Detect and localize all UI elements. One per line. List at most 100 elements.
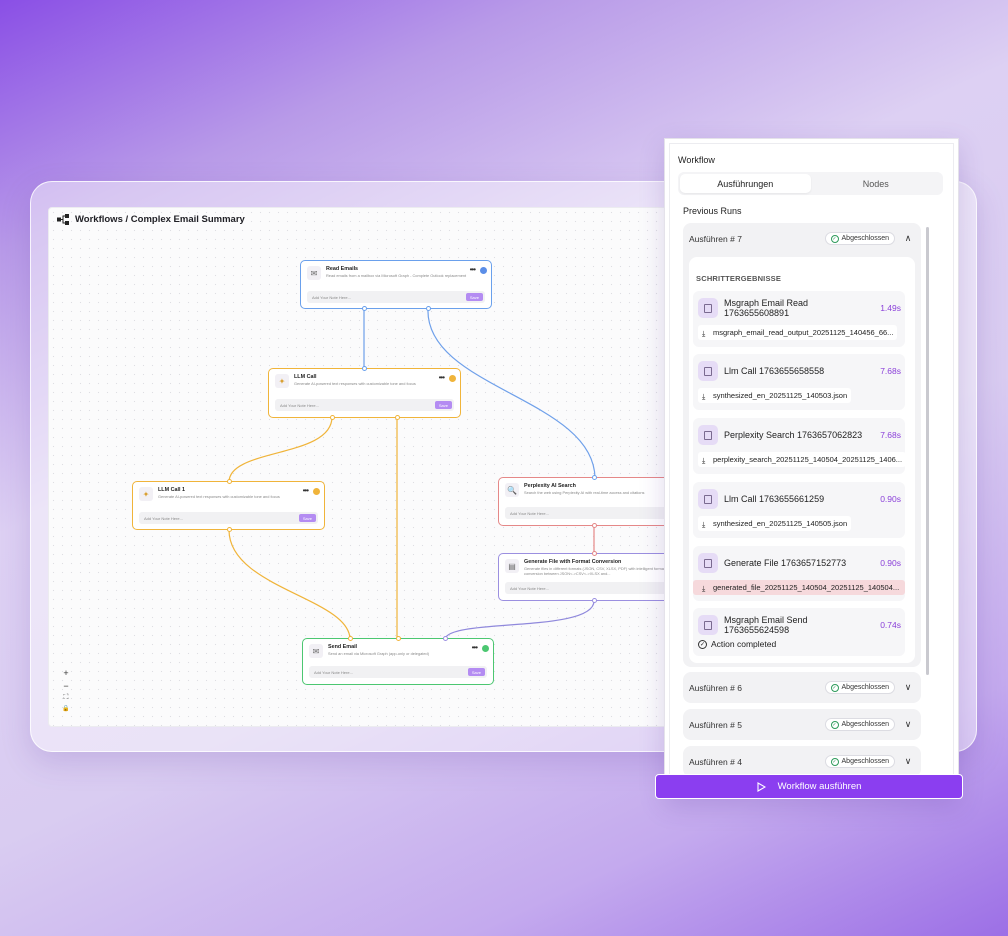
status-dot [482, 645, 489, 652]
download-icon: ⤓ [702, 392, 706, 401]
status-badge: ✓ Abgeschlossen [824, 232, 895, 245]
step-name: Llm Call 1763655658558 [724, 366, 825, 376]
note-input[interactable]: Add Your Note Here... Save [307, 291, 485, 303]
note-input[interactable]: Add Your Note Here... Save [309, 666, 487, 678]
output-port[interactable] [592, 523, 597, 528]
note-placeholder: Add Your Note Here... [314, 669, 353, 675]
check-icon: ✓ [830, 234, 839, 243]
step-item[interactable]: Llm Call 1763655658558 7.68s ⤓ synthesize… [693, 354, 905, 410]
run-item-4[interactable]: Ausführen # 4 ✓ Abgeschlossen ∨ [683, 746, 921, 777]
save-button[interactable]: Save [467, 668, 485, 676]
input-port[interactable] [362, 366, 367, 371]
run-workflow-button[interactable]: Workflow ausführen [655, 774, 963, 799]
note-input[interactable]: Add Your Note Here... Save [275, 399, 454, 411]
chevron-down-icon[interactable]: ∨ [901, 719, 915, 730]
step-results: SCHRITTERGEBNISSE Msgraph Email Read 176… [689, 257, 915, 663]
output-port[interactable] [592, 598, 597, 603]
more-icon[interactable]: ••• [303, 487, 309, 495]
workflow-canvas[interactable]: Workflows / Complex Email Summary ✉ Read… [48, 207, 674, 727]
run-label: Ausführen # 6 [689, 682, 742, 693]
step-duration: 0.90s [880, 558, 901, 568]
input-port[interactable] [592, 475, 597, 480]
input-port[interactable] [443, 636, 448, 641]
run-header[interactable]: Ausführen # 7 ✓ Abgeschlossen ∧ [683, 223, 921, 254]
output-port[interactable] [395, 415, 400, 420]
more-icon[interactable]: ••• [470, 266, 476, 274]
output-port[interactable] [362, 306, 367, 311]
output-file-link[interactable]: ⤓ synthesized_en_20251125_140503.json [698, 388, 852, 403]
tab-nodes[interactable]: Nodes [811, 174, 942, 193]
input-port[interactable] [227, 479, 232, 484]
search-icon: 🔍 [505, 483, 519, 497]
status-badge: ✓ Abgeschlossen [824, 755, 895, 768]
lock-icon[interactable]: 🔒 [61, 705, 71, 712]
more-icon[interactable]: ••• [439, 374, 445, 382]
step-item[interactable]: Generate File 1763657152773 0.90s ⤓ gener… [693, 546, 905, 601]
more-icon[interactable]: ••• [472, 644, 478, 652]
run-item-5[interactable]: Ausführen # 5 ✓ Abgeschlossen ∨ [683, 709, 921, 740]
step-name: Perplexity Search 1763657062823 [724, 430, 863, 440]
output-file-link[interactable]: ⤓ synthesized_en_20251125_140505.json [698, 516, 852, 531]
step-item[interactable]: Llm Call 1763655661259 0.90s ⤓ synthesize… [693, 482, 905, 538]
step-name: Llm Call 1763655661259 [724, 494, 825, 504]
download-icon: ⤓ [702, 456, 706, 465]
save-button[interactable]: Save [434, 401, 452, 409]
step-name: Msgraph Email Read 1763655608891 [724, 298, 809, 318]
play-icon [757, 781, 766, 792]
tab-ausfuehrungen[interactable]: Ausführungen [680, 174, 811, 193]
input-port[interactable] [396, 636, 401, 641]
run-workflow-label: Workflow ausführen [777, 781, 862, 792]
output-port[interactable] [330, 415, 335, 420]
step-item[interactable]: Msgraph Email Send 1763655624598 0.74s ✓… [693, 608, 905, 656]
note-placeholder: Add Your Note Here... [510, 510, 549, 516]
save-button[interactable]: Save [465, 293, 483, 301]
sparkle-icon: ✦ [275, 374, 289, 388]
run-item-7[interactable]: Ausführen # 7 ✓ Abgeschlossen ∧ SCHRITTER… [683, 223, 921, 667]
scrollbar[interactable] [926, 227, 929, 675]
note-placeholder: Add Your Note Here... [510, 585, 549, 591]
save-button[interactable]: Save [298, 514, 316, 522]
zoom-in-icon[interactable]: + [61, 668, 71, 678]
input-port[interactable] [592, 551, 597, 556]
node-generate-file[interactable]: ▤ Generate File with Format Conversion G… [498, 551, 673, 603]
run-item-6[interactable]: Ausführen # 6 ✓ Abgeschlossen ∨ [683, 672, 921, 703]
run-header[interactable]: Ausführen # 4 ✓ Abgeschlossen ∨ [683, 746, 921, 777]
chevron-down-icon[interactable]: ∨ [901, 756, 915, 767]
step-item[interactable]: Perplexity Search 1763657062823 7.68s ⤓ p… [693, 418, 907, 474]
step-duration: 7.68s [880, 366, 901, 376]
node-title: Read Emails [326, 266, 359, 272]
node-llm-call[interactable]: ✦ LLM Call Generate AI-powered text resp… [268, 366, 461, 420]
step-item[interactable]: Msgraph Email Read 1763655608891 1.49s ⤓… [693, 291, 905, 347]
fit-view-icon[interactable]: ⛶ [61, 694, 71, 702]
note-input[interactable]: Add Your Note Here... [505, 507, 673, 519]
note-placeholder: Add Your Note Here... [312, 294, 351, 300]
chevron-down-icon[interactable]: ∨ [901, 682, 915, 693]
note-input[interactable]: Add Your Note Here... Save [139, 512, 318, 524]
run-header[interactable]: Ausführen # 5 ✓ Abgeschlossen ∨ [683, 709, 921, 740]
node-description: Generate AI-powered text responses with … [158, 494, 280, 499]
check-icon: ✓ [830, 757, 839, 766]
node-llm-call-1[interactable]: ✦ LLM Call 1 Generate AI-powered text re… [132, 479, 325, 532]
node-read-emails[interactable]: ✉ Read Emails Read emails from a mailbox… [300, 260, 492, 311]
input-port[interactable] [348, 636, 353, 641]
output-port[interactable] [426, 306, 431, 311]
chevron-up-icon[interactable]: ∧ [901, 233, 915, 244]
document-icon [698, 361, 718, 381]
node-title: Send Email [328, 644, 358, 650]
node-description: Generate files in different formats (JSO… [524, 566, 665, 576]
tab-bar: Ausführungen Nodes [678, 172, 943, 195]
check-icon: ✓ [830, 720, 839, 729]
output-file-link[interactable]: ⤓ generated_file_20251125_140504_20251125… [693, 580, 905, 595]
output-file-link[interactable]: ⤓ msgraph_email_read_output_20251125_1404… [698, 325, 898, 340]
node-perplexity-search[interactable]: 🔍 Perplexity AI Search Search the web us… [498, 475, 673, 528]
step-duration: 0.90s [880, 494, 901, 504]
document-icon [698, 615, 718, 635]
run-header[interactable]: Ausführen # 6 ✓ Abgeschlossen ∨ [683, 672, 921, 703]
note-input[interactable]: Add Your Note Here... [505, 582, 673, 594]
node-send-email[interactable]: ✉ Send Email Send an email via Microsoft… [302, 636, 494, 685]
output-file-link[interactable]: ⤓ perplexity_search_20251125_140504_20251… [698, 452, 907, 467]
zoom-out-icon[interactable]: − [61, 681, 71, 691]
workflow-panel: Workflow Ausführungen Nodes Previous Run… [664, 138, 959, 798]
check-circle-icon: ✓ [698, 639, 707, 649]
output-port[interactable] [227, 527, 232, 532]
